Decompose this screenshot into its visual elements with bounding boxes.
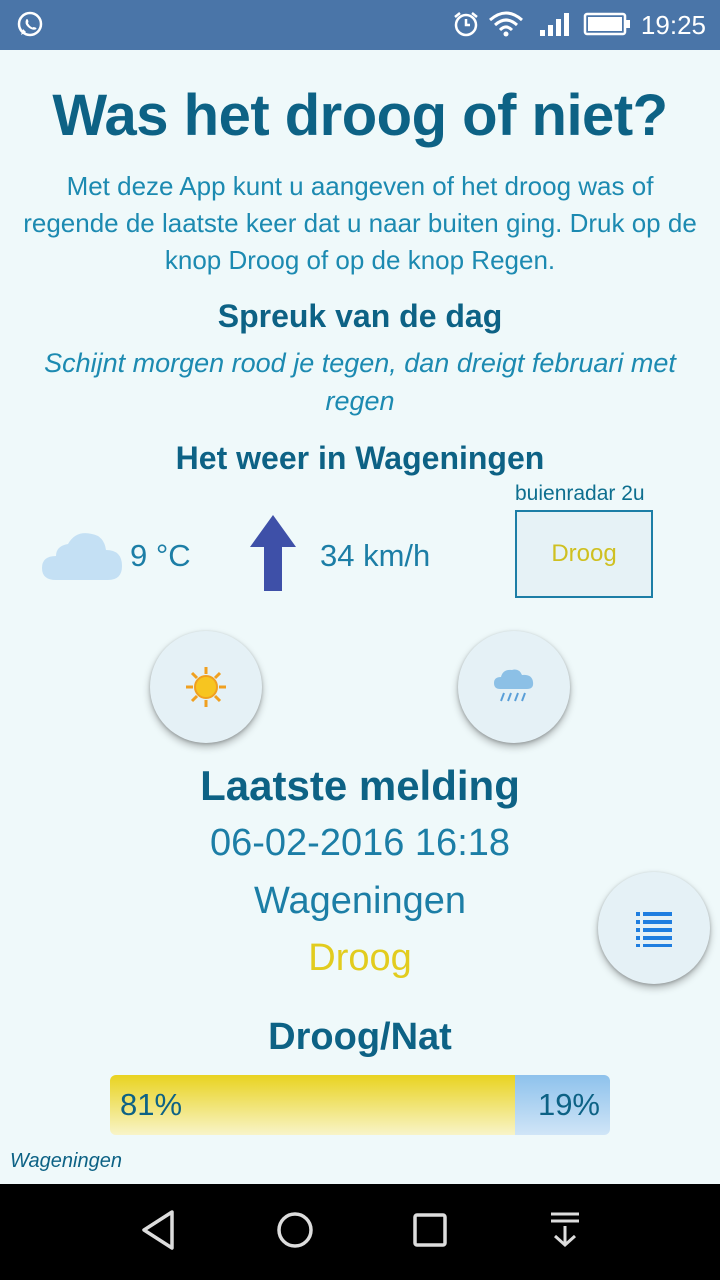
rain-cloud-icon <box>494 669 534 702</box>
battery-icon <box>583 12 630 36</box>
dry-wet-ratio-bar: 81% 19% <box>110 1075 610 1135</box>
history-list-button[interactable] <box>598 872 710 984</box>
intro-text: Met deze App kunt u aangeven of het droo… <box>23 171 697 275</box>
dry-button[interactable] <box>150 631 262 743</box>
last-report-heading: Laatste melding <box>200 762 520 809</box>
radar-label: buienradar 2u <box>515 482 645 505</box>
sun-icon <box>186 667 226 707</box>
page-title: Was het droog of niet? <box>52 83 668 148</box>
wet-percentage: 19% <box>537 1087 600 1122</box>
footer-location: Wageningen <box>10 1150 122 1172</box>
dry-segment: 81% <box>110 1075 515 1135</box>
wet-segment: 19% <box>515 1075 610 1135</box>
whatsapp-icon <box>17 11 43 37</box>
ratio-heading: Droog/Nat <box>268 1016 452 1058</box>
wind-direction-arrow-icon <box>250 515 296 591</box>
rain-button[interactable] <box>458 631 570 743</box>
status-time: 19:25 <box>640 10 706 40</box>
weather-heading: Het weer in Wageningen <box>175 440 545 476</box>
wifi-icon <box>489 11 523 37</box>
wind-speed-value: 34 km/h <box>320 538 431 573</box>
radar-status-value: Droog <box>551 540 617 567</box>
temperature-value: 9 °C <box>130 538 191 573</box>
last-report-datetime: 06-02-2016 16:18 <box>209 822 511 864</box>
navigation-bar <box>0 1184 720 1280</box>
radar-status-box[interactable]: Droog <box>515 510 653 598</box>
list-icon <box>636 912 672 947</box>
signal-icon <box>540 13 569 36</box>
home-icon[interactable] <box>273 1208 317 1252</box>
saying-text: Schijnt morgen rood je tegen, dan dreigt… <box>44 348 676 416</box>
saying-heading: Spreuk van de dag <box>217 298 503 334</box>
back-icon[interactable] <box>138 1208 178 1252</box>
alarm-icon <box>454 12 478 37</box>
status-bar: 19:25 <box>0 0 720 50</box>
recent-apps-icon[interactable] <box>410 1208 450 1252</box>
cloud-icon <box>42 533 122 580</box>
dry-percentage: 81% <box>120 1087 183 1122</box>
notification-shade-icon[interactable] <box>545 1208 585 1252</box>
